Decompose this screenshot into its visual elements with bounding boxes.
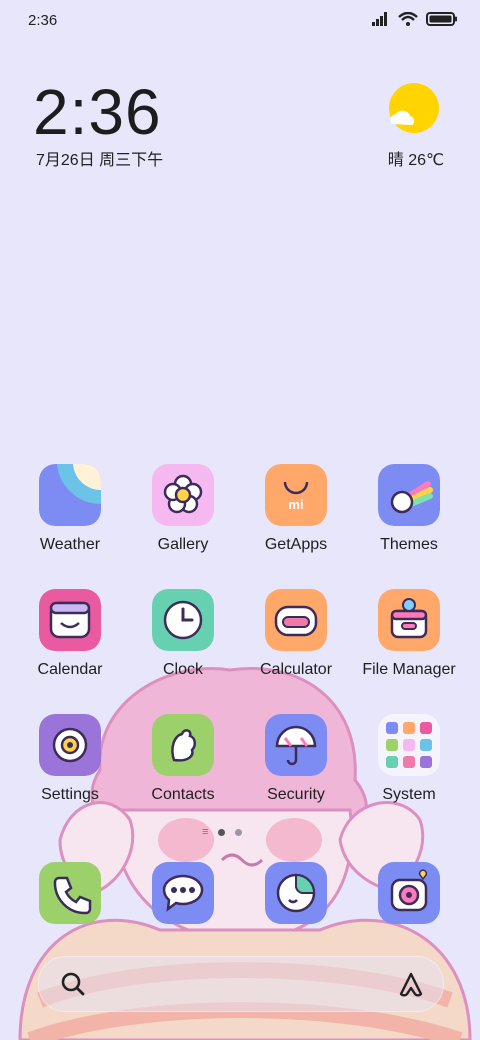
app-label-contacts: Contacts <box>151 786 215 803</box>
page-indicator[interactable]: ≡ <box>202 826 243 838</box>
home-clock[interactable]: 2:36 <box>33 72 162 152</box>
contacts-icon <box>152 714 214 776</box>
getapps-icon: mi <box>265 464 327 526</box>
wifi-icon <box>398 12 418 26</box>
app-label-calendar: Calendar <box>37 661 103 678</box>
home-date: 7月26日 周三下午 <box>36 152 164 169</box>
weather-icon <box>39 464 101 526</box>
app-file-manager[interactable]: File Manager <box>349 589 469 679</box>
app-getapps[interactable]: mi GetApps <box>236 464 356 554</box>
calendar-icon <box>39 589 101 651</box>
themes-icon <box>378 464 440 526</box>
browser-icon[interactable] <box>265 862 327 924</box>
calculator-icon <box>265 589 327 651</box>
gallery-icon <box>152 464 214 526</box>
search-icon <box>61 972 85 996</box>
app-label-themes: Themes <box>380 536 438 553</box>
messages-icon[interactable] <box>152 862 214 924</box>
clock-icon <box>152 589 214 651</box>
app-label-security: Security <box>267 786 325 803</box>
app-calculator[interactable]: Calculator <box>236 589 356 679</box>
sunny-cloud-icon <box>389 83 439 133</box>
app-security[interactable]: Security <box>236 714 356 804</box>
security-icon <box>265 714 327 776</box>
file-manager-icon <box>378 589 440 651</box>
svg-text:mi: mi <box>288 497 303 512</box>
app-label-clock: Clock <box>162 661 203 678</box>
app-gallery[interactable]: Gallery <box>123 464 243 554</box>
system-folder-icon <box>378 714 440 776</box>
weather-widget[interactable] <box>382 82 446 143</box>
app-label-gallery: Gallery <box>157 536 209 553</box>
status-icons <box>372 12 458 26</box>
app-contacts[interactable]: Contacts <box>123 714 243 804</box>
settings-icon <box>39 714 101 776</box>
app-label-system: System <box>382 786 436 803</box>
page-dot-active <box>218 829 226 836</box>
app-system-folder[interactable]: System <box>349 714 469 804</box>
app-label-getapps: GetApps <box>264 536 328 553</box>
drawer-lines-icon: ≡ <box>202 826 209 838</box>
app-settings[interactable]: Settings <box>10 714 130 804</box>
camera-icon[interactable] <box>378 862 440 924</box>
app-label-weather: Weather <box>39 536 101 553</box>
page-dot <box>235 829 243 836</box>
app-label-file-manager: File Manager <box>362 661 456 678</box>
search-bar[interactable] <box>38 956 444 1012</box>
app-clock[interactable]: Clock <box>123 589 243 679</box>
app-calendar[interactable]: Calendar <box>10 589 130 679</box>
status-bar: 2:36 <box>0 0 480 44</box>
app-themes[interactable]: Themes <box>349 464 469 554</box>
status-time: 2:36 <box>28 12 58 29</box>
app-label-settings: Settings <box>41 786 99 803</box>
weather-text: 晴 26℃ <box>387 152 444 169</box>
app-label-calculator: Calculator <box>259 661 333 678</box>
app-weather[interactable]: Weather <box>10 464 130 554</box>
phone-icon[interactable] <box>39 862 101 924</box>
assistant-icon[interactable] <box>397 970 425 998</box>
signal-icon <box>372 12 387 26</box>
battery-icon <box>426 12 457 26</box>
